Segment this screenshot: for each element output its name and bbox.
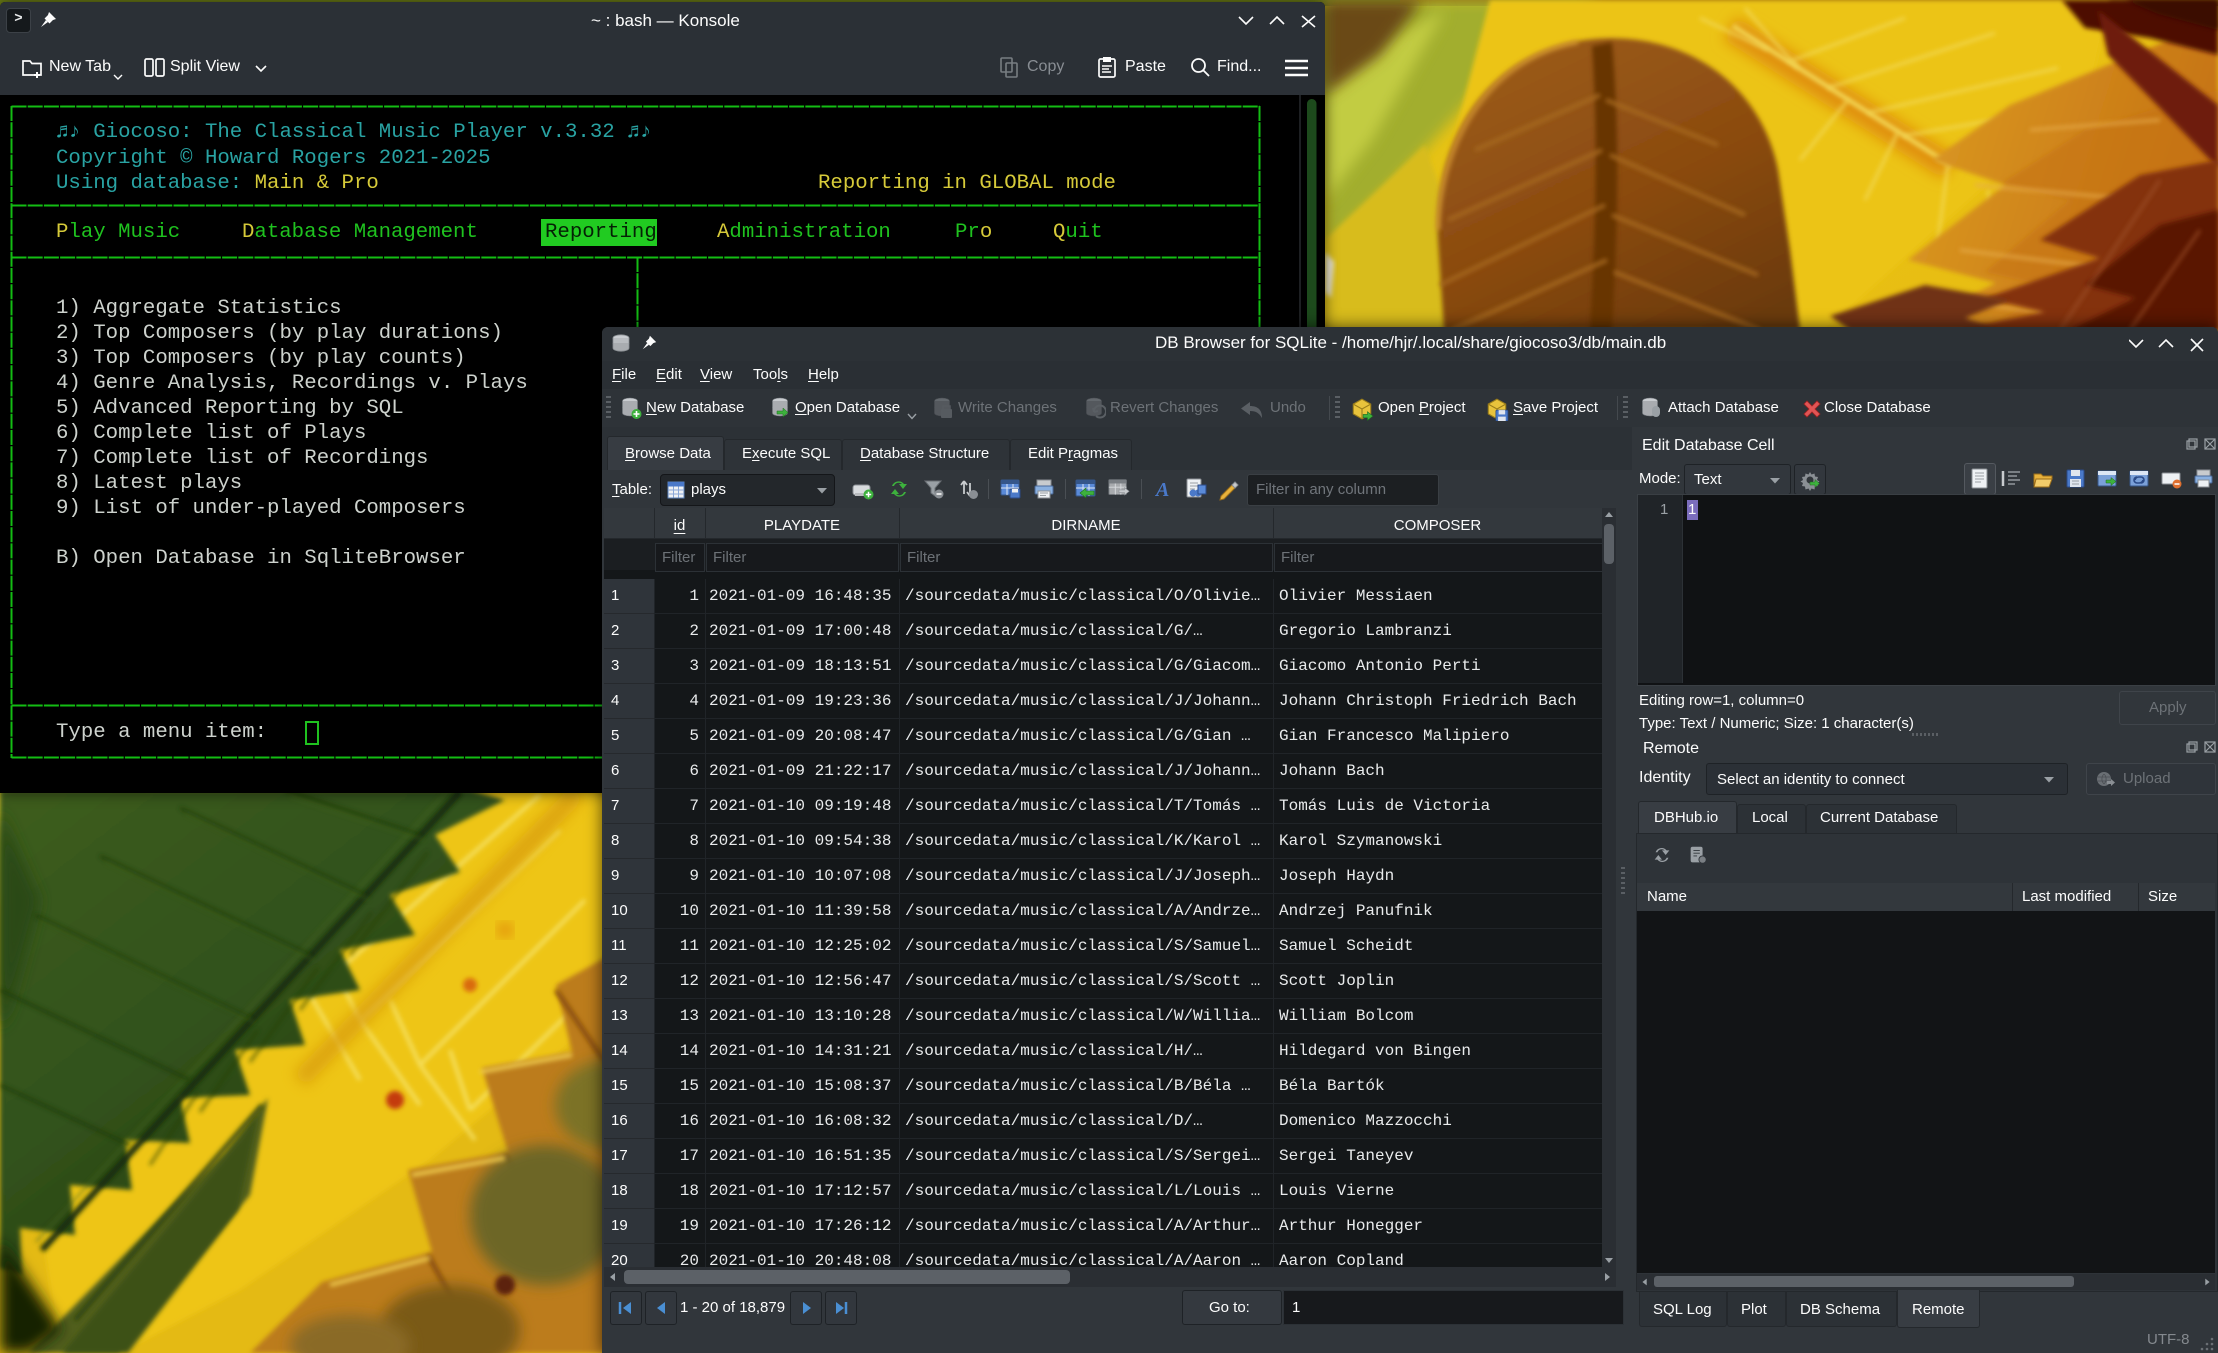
svg-text:A: A bbox=[1154, 479, 1169, 501]
